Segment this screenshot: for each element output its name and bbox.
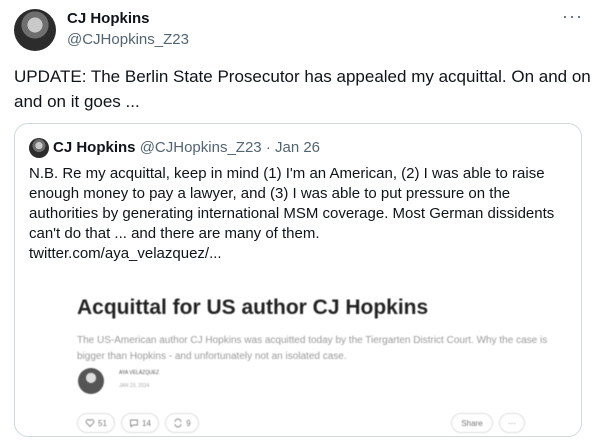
article-author: AYA VELÁZQUEZ (119, 370, 160, 376)
quoted-author-name: CJ Hopkins (53, 139, 136, 156)
more-options-button[interactable]: ··· (562, 6, 583, 27)
quoted-author-handle: @CJHopkins_Z23 (139, 139, 262, 156)
article-author-avatar (78, 368, 104, 394)
article-more-pill: ··· (499, 413, 525, 433)
article-like-count: 51 (98, 418, 107, 428)
article-like-pill: 51 (77, 413, 115, 433)
author-name[interactable]: CJ Hopkins (67, 10, 150, 27)
quoted-tweet-text: N.B. Re my acquittal, keep in mind (1) I… (29, 164, 569, 264)
quoted-author-avatar (29, 138, 49, 158)
restack-icon (174, 418, 182, 428)
article-restack-pill: 9 (165, 413, 199, 433)
quoted-date: Jan 26 (274, 139, 321, 156)
quoted-tweet-header: CJ Hopkins @CJHopkins_Z23 · Jan 26 (53, 139, 320, 156)
comment-icon (130, 419, 138, 428)
article-restack-count: 9 (186, 418, 191, 428)
quoted-tweet[interactable]: CJ Hopkins @CJHopkins_Z23 · Jan 26 N.B. … (14, 123, 582, 437)
tweet-text: UPDATE: The Berlin State Prosecutor has … (14, 67, 591, 111)
article-comment-count: 14 (142, 418, 151, 428)
quoted-text-body: N.B. Re my acquittal, keep in mind (1) I… (29, 165, 555, 242)
quoted-separator: · (265, 139, 271, 156)
heart-icon (85, 419, 95, 428)
article-date: JAN 23, 2024 (119, 383, 150, 389)
article-share-pill: Share (451, 413, 493, 433)
author-avatar[interactable] (14, 9, 56, 51)
article-comment-pill: 14 (121, 413, 159, 433)
article-share-label: Share (461, 418, 483, 428)
article-preview-image: Acquittal for US author CJ Hopkins The U… (63, 282, 547, 436)
article-more-label: ··· (508, 418, 516, 428)
author-handle[interactable]: @CJHopkins_Z23 (67, 31, 189, 48)
article-title: Acquittal for US author CJ Hopkins (77, 296, 429, 319)
quoted-link[interactable]: twitter.com/aya_velazquez/... (29, 245, 222, 262)
article-subtitle: The US-American author CJ Hopkins was ac… (77, 335, 548, 362)
